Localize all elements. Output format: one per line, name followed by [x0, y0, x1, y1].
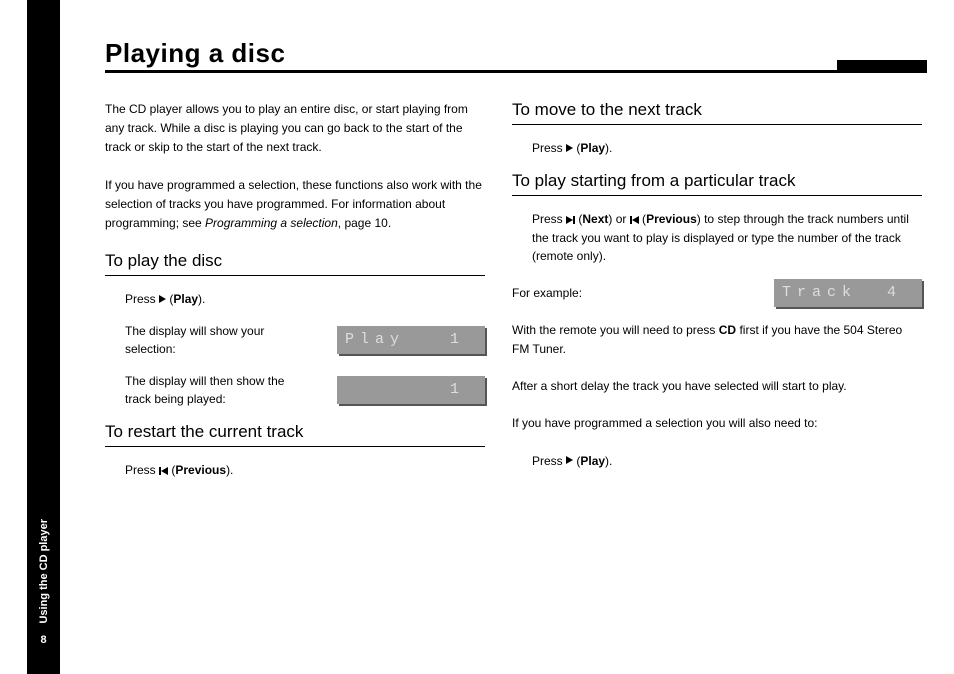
instruction-press-play-next: Press (Play). [532, 139, 922, 157]
button-label: Play [580, 141, 605, 155]
button-label: Play [173, 292, 198, 306]
text: Press [125, 463, 159, 477]
programmed-note: If you have programmed a selection you w… [512, 414, 922, 433]
heading-rule [512, 124, 922, 125]
button-label: Previous [175, 463, 226, 477]
play-icon [566, 456, 573, 464]
title-underline [105, 70, 927, 73]
remote-note: With the remote you will need to press C… [512, 321, 922, 359]
heading-rule [105, 446, 485, 447]
cross-reference: Programming a selection [205, 216, 338, 230]
text: ) or [608, 212, 629, 226]
button-label: CD [719, 323, 736, 337]
display-caption: The display will then show the track bei… [125, 372, 305, 408]
text: Press [125, 292, 159, 306]
previous-icon [159, 461, 168, 479]
display-row-example: For example: Track 4 [512, 279, 922, 307]
delay-note: After a short delay the track you have s… [512, 377, 922, 396]
button-label: Next [582, 212, 608, 226]
instruction-press-play: Press (Play). [125, 290, 485, 308]
instruction-press-play-final: Press (Play). [532, 452, 922, 470]
text: Press [532, 454, 566, 468]
page-number: 8 [40, 634, 46, 646]
text: ). [605, 454, 612, 468]
instruction-step-through: Press (Next) or (Previous) to step throu… [532, 210, 922, 265]
next-icon [566, 210, 575, 228]
text: ). [198, 292, 205, 306]
button-label: Previous [646, 212, 697, 226]
left-column: The CD player allows you to play an enti… [105, 100, 485, 494]
previous-icon [630, 210, 639, 228]
lcd-display-play: Play 1 [337, 326, 485, 354]
text: , page 10. [338, 216, 391, 230]
heading-restart-track: To restart the current track [105, 422, 485, 442]
heading-rule [105, 275, 485, 276]
page-title: Playing a disc [105, 38, 285, 69]
display-row-track: The display will then show the track bei… [105, 372, 485, 408]
play-icon [159, 295, 166, 303]
lcd-display-track1: 1 [337, 376, 485, 404]
heading-next-track: To move to the next track [512, 100, 922, 120]
play-icon [566, 144, 573, 152]
display-caption: For example: [512, 284, 692, 302]
display-row-play: The display will show your selection: Pl… [105, 322, 485, 358]
sidebar: Using the CD player 8 [27, 0, 60, 674]
text: Press [532, 141, 566, 155]
lcd-display-track4: Track 4 [774, 279, 922, 307]
intro-paragraph-2: If you have programmed a selection, thes… [105, 176, 485, 234]
instruction-press-previous: Press (Previous). [125, 461, 485, 480]
right-column: To move to the next track Press (Play). … [512, 100, 922, 484]
text: ). [605, 141, 612, 155]
text: Press [532, 212, 566, 226]
heading-play-disc: To play the disc [105, 251, 485, 271]
display-caption: The display will show your selection: [125, 322, 305, 358]
title-accent-bar [837, 60, 927, 70]
text: ). [226, 463, 233, 477]
text: With the remote you will need to press [512, 323, 719, 337]
heading-rule [512, 195, 922, 196]
text: ( [639, 212, 646, 226]
button-label: Play [580, 454, 605, 468]
heading-particular-track: To play starting from a particular track [512, 171, 922, 191]
intro-paragraph-1: The CD player allows you to play an enti… [105, 100, 485, 158]
sidebar-section-label: Using the CD player [38, 519, 50, 624]
